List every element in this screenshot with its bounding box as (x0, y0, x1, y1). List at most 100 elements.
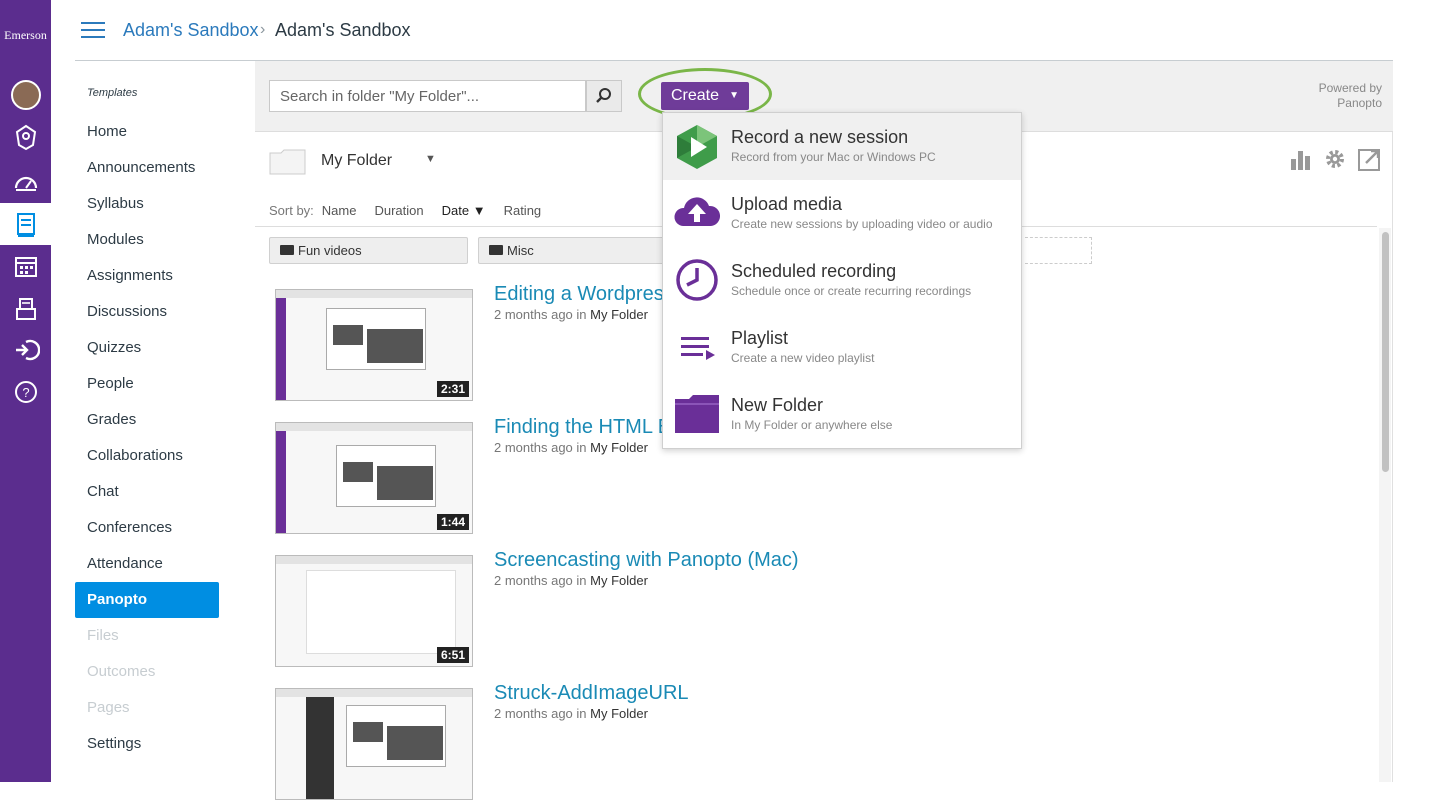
course-nav-discussions[interactable]: Discussions (75, 294, 219, 330)
session-title[interactable]: Screencasting with Panopto (Mac) (494, 549, 799, 572)
menu-item-subtitle: In My Folder or anywhere else (731, 418, 893, 432)
dashboard-icon[interactable] (0, 161, 51, 203)
sort-label: Sort by: (269, 203, 314, 218)
course-nav-conferences[interactable]: Conferences (75, 510, 219, 546)
sort-bar: Sort by: Name Duration Date ▼ Rating (269, 203, 559, 218)
session-thumbnail[interactable]: 2:31 (275, 289, 473, 401)
templates-label: Templates (87, 87, 138, 99)
list-item: 6:51 Screencasting with Panopto (Mac) 2 … (275, 549, 1075, 667)
sort-name[interactable]: Name (322, 203, 357, 218)
session-title[interactable]: Editing a Wordpress (494, 283, 674, 306)
avatar (10, 80, 41, 110)
hamburger-menu-icon[interactable] (81, 22, 105, 38)
course-nav-collaborations[interactable]: Collaborations (75, 438, 219, 474)
external-link-icon[interactable] (1358, 147, 1380, 171)
course-nav-chat[interactable]: Chat (75, 474, 219, 510)
session-title[interactable]: Finding the HTML E (494, 416, 671, 439)
folder-icon (675, 395, 719, 433)
playlist-icon (681, 337, 715, 360)
current-folder-name: My Folder (321, 152, 393, 169)
session-folder-link[interactable]: My Folder (590, 307, 648, 322)
account-badge-icon[interactable] (0, 116, 51, 158)
course-nav-assignments[interactable]: Assignments (75, 258, 219, 294)
menu-item-scheduled-recording[interactable]: Scheduled recording Schedule once or cre… (663, 247, 1021, 314)
gear-icon[interactable] (1324, 147, 1346, 171)
svg-text:?: ? (22, 385, 29, 400)
menu-item-record-session[interactable]: Record a new session Record from your Ma… (663, 113, 1021, 180)
panopto-logo-icon (677, 125, 717, 169)
menu-item-title: Record a new session (731, 127, 909, 147)
breadcrumb-course-link[interactable]: Adam's Sandbox (123, 20, 259, 41)
search-box (269, 80, 622, 112)
help-icon[interactable]: ? (0, 371, 51, 413)
cloud-upload-icon (674, 197, 721, 226)
calendar-icon[interactable] (0, 245, 51, 287)
course-nav-people[interactable]: People (75, 366, 219, 402)
course-nav-attendance[interactable]: Attendance (75, 546, 219, 582)
session-meta: 2 months ago in My Folder (494, 440, 648, 455)
course-nav-panopto[interactable]: Panopto (75, 582, 219, 618)
folder-actions (1290, 147, 1380, 171)
brand-logo[interactable]: Emerson (0, 28, 51, 43)
powered-by[interactable]: Powered by Panopto (1319, 81, 1382, 111)
menu-item-subtitle: Create new sessions by uploading video o… (731, 217, 993, 231)
search-input[interactable] (270, 81, 586, 111)
clock-icon (676, 259, 718, 301)
menu-item-subtitle: Create a new video playlist (731, 351, 875, 365)
subfolder-misc[interactable]: Misc (478, 237, 668, 264)
sort-duration[interactable]: Duration (374, 203, 423, 218)
stats-icon[interactable] (1290, 147, 1312, 171)
course-nav-outcomes: Outcomes (87, 663, 156, 680)
menu-item-title: New Folder (731, 395, 824, 415)
duration-badge: 1:44 (436, 514, 469, 530)
course-nav-announcements[interactable]: Announcements (75, 150, 219, 186)
menu-item-title: Scheduled recording (731, 261, 897, 281)
sort-date[interactable]: Date ▼ (442, 203, 486, 218)
duration-badge: 2:31 (436, 381, 469, 397)
session-folder-link[interactable]: My Folder (590, 440, 648, 455)
session-title[interactable]: Struck-AddImageURL (494, 682, 689, 705)
commons-icon[interactable] (0, 329, 51, 371)
course-nav-modules[interactable]: Modules (75, 222, 219, 258)
session-thumbnail[interactable]: 1:44 (275, 422, 473, 534)
session-folder-link[interactable]: My Folder (590, 573, 648, 588)
session-thumbnail[interactable] (275, 688, 473, 800)
menu-item-title: Upload media (731, 194, 843, 214)
chevron-down-icon: ▼ (425, 153, 436, 165)
powered-by-label: Powered by (1318, 81, 1382, 95)
course-nav-quizzes[interactable]: Quizzes (75, 330, 219, 366)
inbox-icon[interactable] (0, 288, 51, 330)
course-nav-pages: Pages (87, 699, 130, 716)
course-nav-grades[interactable]: Grades (75, 402, 219, 438)
session-thumbnail[interactable]: 6:51 (275, 555, 473, 667)
menu-item-playlist[interactable]: Playlist Create a new video playlist (663, 314, 1021, 381)
powered-by-brand: Panopto (1337, 96, 1382, 110)
subfolder-fun-videos[interactable]: Fun videos (269, 237, 468, 264)
account-avatar[interactable] (0, 74, 51, 116)
list-item: Struck-AddImageURL 2 months ago in My Fo… (275, 682, 1075, 800)
course-nav-home[interactable]: Home (75, 114, 219, 150)
course-nav-syllabus[interactable]: Syllabus (75, 186, 219, 222)
session-meta: 2 months ago in My Folder (494, 307, 648, 322)
course-nav-settings[interactable]: Settings (75, 726, 219, 762)
search-button[interactable] (586, 80, 622, 112)
session-meta: 2 months ago in My Folder (494, 706, 648, 721)
sort-rating[interactable]: Rating (504, 203, 542, 218)
menu-item-subtitle: Schedule once or create recurring record… (731, 284, 972, 298)
caret-down-icon: ▼ (729, 90, 739, 101)
menu-item-title: Playlist (731, 328, 789, 348)
breadcrumb-current: Adam's Sandbox (275, 20, 411, 40)
subfolder-dropzone (1025, 237, 1092, 264)
session-meta: 2 months ago in My Folder (494, 573, 648, 588)
breadcrumb-separator: › (260, 21, 266, 38)
menu-item-upload-media[interactable]: Upload media Create new sessions by uplo… (663, 180, 1021, 247)
search-icon (596, 88, 611, 103)
menu-item-subtitle: Record from your Mac or Windows PC (731, 150, 936, 164)
session-folder-link[interactable]: My Folder (590, 706, 648, 721)
scrollbar[interactable] (1379, 228, 1391, 782)
courses-icon[interactable] (0, 203, 51, 245)
global-nav: Emerson ? (0, 0, 51, 782)
menu-item-new-folder[interactable]: New Folder In My Folder or anywhere else (663, 381, 1021, 448)
create-button[interactable]: Create ▼ (661, 82, 749, 110)
folder-icon (269, 149, 306, 175)
